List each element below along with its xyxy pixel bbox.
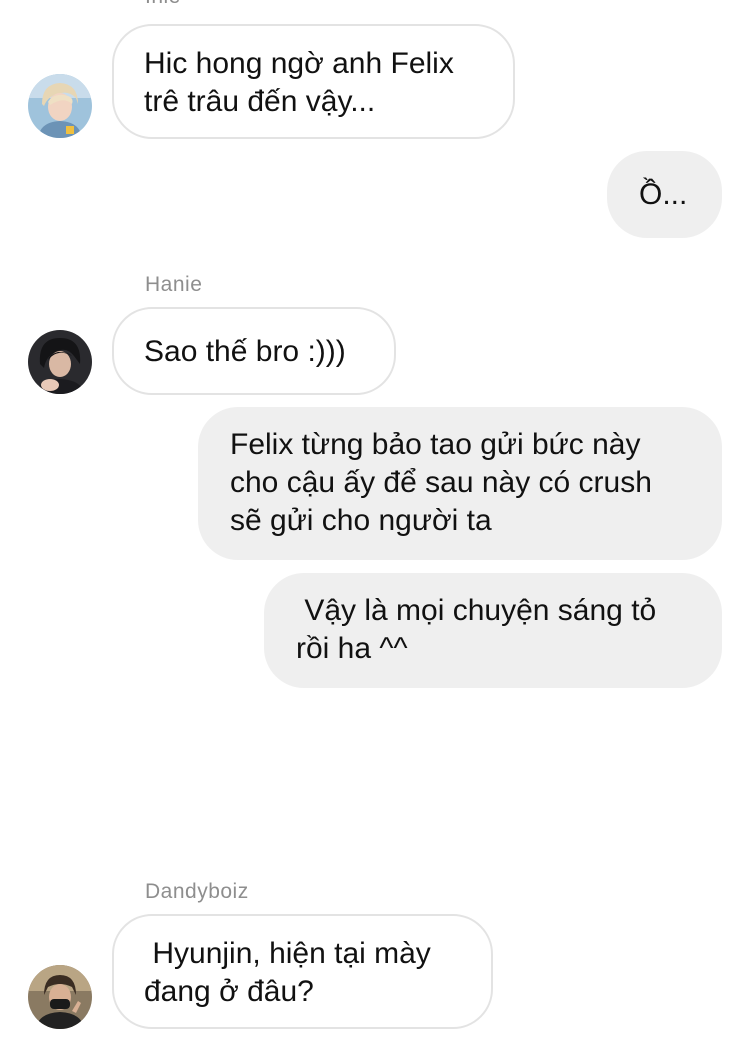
avatar[interactable] <box>28 74 92 138</box>
sender-name: Dandyboiz <box>145 880 249 903</box>
incoming-message-bubble[interactable]: Sao thế bro :))) <box>112 307 396 395</box>
incoming-message-bubble[interactable]: Hyunjin, hiện tại mày đang ở đâu? <box>112 914 493 1029</box>
outgoing-message-bubble[interactable]: Ồ... <box>607 151 722 238</box>
outgoing-message-bubble[interactable]: Vậy là mọi chuyện sáng tỏ rồi ha ^^ <box>264 573 722 688</box>
avatar-dark-hair-boy-icon <box>28 330 92 394</box>
sender-name: Hanie <box>145 273 203 296</box>
outgoing-message-bubble[interactable]: Felix từng bảo tao gửi bức này cho cậu ấ… <box>198 407 722 560</box>
avatar-blond-boy-icon <box>28 74 92 138</box>
avatar[interactable] <box>28 330 92 394</box>
avatar[interactable] <box>28 965 92 1029</box>
avatar-masked-boy-icon <box>28 965 92 1029</box>
sender-name: Inie <box>145 0 181 9</box>
incoming-message-bubble[interactable]: Hic hong ngờ anh Felix trê trâu đến vậy.… <box>112 24 515 139</box>
